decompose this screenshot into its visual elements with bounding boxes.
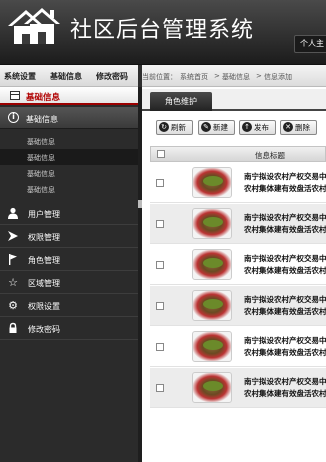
breadcrumb-item-home[interactable]: 系统首页 (180, 72, 208, 82)
food-thumbnail[interactable] (192, 167, 232, 198)
row-title[interactable]: 南宁拟设农村产权交易中 农村集体建有效盘活农村 (244, 212, 326, 236)
refresh-icon: ↻ (159, 122, 169, 132)
sidebar-item-role-management[interactable]: 角色管理 (0, 249, 138, 271)
row-title[interactable]: 南宁拟设农村产权交易中 农村集体建有效盘活农村 (244, 335, 326, 359)
sidebar-subitem[interactable]: 基础信息 (0, 181, 138, 197)
sidebar-item-label: 修改密码 (28, 325, 60, 334)
app-title: 社区后台管理系统 (70, 18, 255, 43)
food-thumbnail[interactable] (192, 372, 232, 403)
info-icon: i (8, 112, 19, 123)
sidebar-item-region-management[interactable]: ☆ 区域管理 (0, 272, 138, 294)
breadcrumb-prefix: 当前位置： (142, 73, 177, 81)
food-thumbnail[interactable] (192, 290, 232, 321)
row-checkbox[interactable] (156, 302, 164, 310)
sidebar-header: 基础信息 (0, 87, 138, 105)
refresh-button[interactable]: ↻ 刷新 (156, 120, 193, 135)
row-checkbox[interactable] (156, 220, 164, 228)
sidebar-subitem[interactable]: 基础信息 (0, 165, 138, 181)
row-checkbox[interactable] (156, 343, 164, 351)
gear-icon: ⚙ (8, 299, 18, 312)
select-all-checkbox[interactable] (157, 150, 165, 158)
row-title[interactable]: 南宁拟设农村产权交易中 农村集体建有效盘活农村 (244, 171, 326, 195)
breadcrumb-item-add-info: 信息添加 (264, 73, 292, 81)
lock-icon (6, 322, 20, 336)
sidebar-header-title: 基础信息 (26, 93, 61, 103)
toolbar: ↻ 刷新 ✎ 新建 ↑ 发布 ✕ 删除 (142, 117, 326, 135)
sidebar-section-label: 基础信息 (26, 115, 58, 124)
topnav-system-settings[interactable]: 系统设置 (4, 71, 36, 82)
topnav-basic-info[interactable]: 基础信息 (50, 71, 82, 82)
sidebar-item-permission-settings[interactable]: ⚙ 权限设置 (0, 295, 138, 317)
food-thumbnail[interactable] (192, 249, 232, 280)
sidebar-subitem-active[interactable]: 基础信息 (0, 149, 138, 165)
row-title[interactable]: 南宁拟设农村产权交易中 农村集体建有效盘活农村 (244, 253, 326, 277)
star-icon: ☆ (8, 276, 18, 289)
publish-button[interactable]: ↑ 发布 (239, 120, 276, 135)
food-thumbnail[interactable] (192, 208, 232, 239)
sidebar: 基础信息 i 基础信息 基础信息 基础信息 基础信息 基础信息 用户管理 权限管… (0, 87, 138, 462)
tab-bar: 角色维护 (142, 89, 326, 111)
sidebar-item-label: 用户管理 (28, 210, 60, 219)
row-title[interactable]: 南宁拟设农村产权交易中 农村集体建有效盘活农村 (244, 376, 326, 400)
breadcrumb: 当前位置： 系统首页 > 基础信息 > 信息添加 (142, 65, 326, 87)
flag-icon (6, 253, 20, 267)
table-row[interactable]: 南宁拟设农村产权交易中 农村集体建有效盘活农村 (150, 204, 326, 244)
breadcrumb-separator: > (214, 72, 220, 80)
user-icon (6, 207, 20, 221)
top-nav: 系统设置 基础信息 修改密码 (0, 65, 138, 87)
breadcrumb-item-basic-info[interactable]: 基础信息 (222, 72, 250, 82)
row-checkbox[interactable] (156, 384, 164, 392)
new-label: 新建 (213, 123, 228, 132)
home-logo-icon (8, 8, 60, 44)
sidebar-section-basic-info[interactable]: i 基础信息 (0, 107, 138, 129)
sidebar-item-label: 权限设置 (28, 302, 60, 311)
column-header-title: 信息标题 (255, 151, 285, 160)
publish-label: 发布 (254, 123, 269, 132)
sidebar-subitem-label: 基础信息 (27, 138, 55, 146)
table-row[interactable]: 南宁拟设农村产权交易中 农村集体建有效盘活农村 (150, 163, 326, 203)
tab-role-maintenance[interactable]: 角色维护 (150, 92, 212, 111)
sidebar-item-label: 区域管理 (28, 279, 60, 288)
table-header: 信息标题 (150, 146, 326, 162)
sidebar-subitem-label: 基础信息 (27, 170, 55, 178)
window-icon (10, 91, 20, 100)
topnav-change-password[interactable]: 修改密码 (96, 71, 128, 82)
row-checkbox[interactable] (156, 261, 164, 269)
app-header: 社区后台管理系统 个人主 (0, 0, 326, 65)
send-arrow-icon (6, 230, 20, 244)
refresh-label: 刷新 (171, 123, 186, 132)
new-button[interactable]: ✎ 新建 (198, 120, 235, 135)
row-checkbox[interactable] (156, 179, 164, 187)
upload-icon: ↑ (242, 122, 252, 132)
table-row[interactable]: 南宁拟设农村产权交易中 农村集体建有效盘活农村 (150, 245, 326, 285)
breadcrumb-separator: > (256, 72, 262, 80)
sidebar-subitem-label: 基础信息 (27, 186, 55, 194)
table-row[interactable]: 南宁拟设农村产权交易中 农村集体建有效盘活农村 (150, 286, 326, 326)
sidebar-item-change-password[interactable]: 修改密码 (0, 318, 138, 340)
row-title[interactable]: 南宁拟设农村产权交易中 农村集体建有效盘活农村 (244, 294, 326, 318)
sidebar-subitem-label: 基础信息 (27, 154, 55, 162)
food-thumbnail[interactable] (192, 331, 232, 362)
user-menu-button[interactable]: 个人主 (294, 35, 326, 53)
sidebar-item-user-management[interactable]: 用户管理 (0, 203, 138, 225)
sidebar-item-label: 权限管理 (28, 233, 60, 242)
main-content: 当前位置： 系统首页 > 基础信息 > 信息添加 角色维护 ↻ 刷新 ✎ 新建 … (142, 65, 326, 462)
table-row[interactable]: 南宁拟设农村产权交易中 农村集体建有效盘活农村 (150, 327, 326, 367)
delete-label: 删除 (295, 123, 310, 132)
delete-button[interactable]: ✕ 删除 (280, 120, 317, 135)
delete-icon: ✕ (283, 122, 293, 132)
sidebar-item-label: 角色管理 (28, 256, 60, 265)
table-row[interactable]: 南宁拟设农村产权交易中 农村集体建有效盘活农村 (150, 368, 326, 408)
sidebar-item-permission-management[interactable]: 权限管理 (0, 226, 138, 248)
sidebar-subitem[interactable]: 基础信息 (0, 133, 138, 149)
new-document-icon: ✎ (201, 122, 211, 132)
